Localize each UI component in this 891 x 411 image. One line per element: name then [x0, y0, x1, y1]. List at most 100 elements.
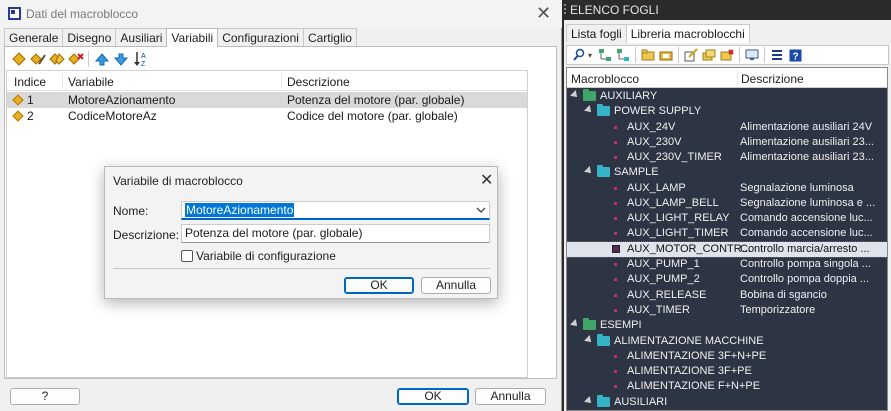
svg-text:?: ?: [792, 51, 798, 62]
delete-variable-icon[interactable]: [66, 50, 85, 68]
tree-folder-esempi[interactable]: ESEMPI: [567, 318, 887, 333]
macro-icon: [614, 217, 617, 220]
edit-icon[interactable]: [682, 47, 700, 64]
tree-item[interactable]: AUX_RELEASE Bobina di sgancio: [567, 288, 887, 303]
tab-cartiglio[interactable]: Cartiglio: [302, 28, 357, 46]
duplicate-variable-icon[interactable]: [47, 50, 66, 68]
expand-arrow-icon[interactable]: [570, 319, 580, 329]
tree-description: Segnalazione luminosa e ...: [740, 197, 876, 209]
tab-disegno[interactable]: Disegno: [62, 28, 117, 46]
description-value: Potenza del motore (par. globale): [185, 226, 363, 240]
macroblock-tree: Macroblocco Descrizione AUXILIARY POWER …: [566, 67, 888, 411]
header-index[interactable]: Indice: [14, 75, 46, 89]
tree-item[interactable]: AUX_LAMP_BELL Segnalazione luminosa e ..…: [567, 196, 887, 211]
tree-expand-icon[interactable]: [596, 47, 614, 64]
tree-description: Alimentazione ausiliari 23...: [740, 136, 874, 148]
chevron-down-icon[interactable]: [476, 207, 486, 214]
tree-label: AUXILIARY: [600, 90, 658, 102]
search-dropdown-icon[interactable]: ▾: [588, 51, 592, 60]
tree-label: AUX_230V: [627, 136, 682, 148]
close-icon[interactable]: ✕: [536, 3, 551, 24]
sort-az-icon[interactable]: AZ: [130, 50, 149, 68]
dialog-title: Dati del macroblocco: [26, 7, 139, 21]
search-icon[interactable]: [570, 47, 588, 64]
name-label: Nome:: [113, 204, 149, 218]
tree-item[interactable]: AUX_24V Alimentazione ausiliari 24V: [567, 120, 887, 135]
tree-item[interactable]: AUX_230V Alimentazione ausiliari 23...: [567, 135, 887, 150]
description-field[interactable]: Potenza del motore (par. globale): [181, 224, 490, 243]
tab-lista-fogli[interactable]: Lista fogli: [566, 24, 627, 42]
header-macroblock[interactable]: Macroblocco: [571, 72, 639, 86]
expand-arrow-icon[interactable]: [584, 335, 594, 345]
tree-item[interactable]: AUX_LIGHT_TIMER Comando accensione luc..…: [567, 226, 887, 241]
tree-label: ALIMENTAZIONE MACCHINE: [614, 335, 764, 347]
tree-folder-power-supply[interactable]: POWER SUPPLY: [567, 104, 887, 119]
header-variable[interactable]: Variabile: [68, 75, 114, 89]
header-description[interactable]: Descrizione: [741, 72, 804, 86]
column-separator: [62, 73, 63, 89]
close-icon[interactable]: ✕: [480, 170, 493, 190]
toolbar-separator: [88, 51, 89, 67]
name-combobox[interactable]: MotoreAzionamento: [181, 201, 490, 220]
help-icon[interactable]: ?: [786, 47, 804, 64]
tree-folder-auxiliary[interactable]: AUXILIARY: [567, 89, 887, 104]
preview-icon[interactable]: [743, 47, 761, 64]
tree-item[interactable]: AUX_TIMER Temporizzatore: [567, 303, 887, 318]
tree-description: Bobina di sgancio: [740, 289, 827, 301]
ok-button[interactable]: OK: [397, 388, 469, 405]
tree-item[interactable]: AUX_PUMP_2 Controllo pompa doppia ...: [567, 272, 887, 287]
tab-ausiliari[interactable]: Ausiliari: [115, 28, 168, 46]
expand-arrow-icon[interactable]: [584, 105, 594, 115]
tree-label: AUX_RELEASE: [627, 289, 707, 301]
tree-item[interactable]: ALIMENTAZIONE 3F+N+PE: [567, 349, 887, 364]
edit-variable-icon[interactable]: [28, 50, 47, 68]
macro-icon: [614, 187, 617, 190]
tree-add-icon[interactable]: [614, 47, 632, 64]
new-folder-icon[interactable]: [639, 47, 657, 64]
tree-item[interactable]: AUX_230V_TIMER Alimentazione ausiliari 2…: [567, 150, 887, 165]
row-index: 1: [27, 93, 34, 107]
move-down-icon[interactable]: [111, 50, 130, 68]
tree-item-selected[interactable]: AUX_MOTOR_CONTR... Controllo marcia/arre…: [567, 241, 887, 258]
tree-label: ALIMENTAZIONE 3F+PE: [627, 365, 752, 377]
tab-libreria-macroblocchi[interactable]: Libreria macroblocchi: [625, 24, 750, 43]
tree-item[interactable]: AUX_LIGHT_RELAY Comando accensione luc..…: [567, 211, 887, 226]
macro-icon: [612, 245, 620, 253]
header-description[interactable]: Descrizione: [287, 75, 350, 89]
tab-variabili[interactable]: Variabili: [166, 28, 219, 47]
list-view-icon[interactable]: [768, 47, 786, 64]
tree-folder-sample[interactable]: SAMPLE: [567, 165, 887, 180]
tree-item[interactable]: AUX_PUMP_1 Controllo pompa singola ...: [567, 257, 887, 272]
move-up-icon[interactable]: [92, 50, 111, 68]
expand-arrow-icon[interactable]: [570, 90, 580, 100]
tree-folder-ausiliari[interactable]: AUSILIARI: [567, 395, 887, 410]
modal-ok-button[interactable]: OK: [344, 277, 414, 294]
expand-arrow-icon[interactable]: [584, 396, 594, 406]
add-variable-icon[interactable]: [9, 50, 28, 68]
copy-folder-icon[interactable]: [700, 47, 718, 64]
tree-folder-alimentazione-macchine[interactable]: ALIMENTAZIONE MACCHINE: [567, 334, 887, 349]
delete-folder-icon[interactable]: [718, 47, 736, 64]
modal-cancel-button[interactable]: Annulla: [421, 277, 491, 294]
tree-description: Comando accensione luc...: [740, 227, 873, 239]
drag-grip-icon[interactable]: [564, 4, 568, 14]
folder-icon: [583, 318, 596, 330]
tab-generale[interactable]: Generale: [4, 28, 64, 46]
tree-item[interactable]: ALIMENTAZIONE F+N+PE: [567, 379, 887, 394]
table-row[interactable]: 2 CodiceMotoreAz Codice del motore (par.…: [7, 108, 527, 124]
folder-properties-icon[interactable]: [657, 47, 675, 64]
tree-item[interactable]: ALIMENTAZIONE 3F+PE: [567, 364, 887, 379]
expand-arrow-icon[interactable]: [584, 166, 594, 176]
row-variable: MotoreAzionamento: [68, 93, 176, 107]
configuration-checkbox[interactable]: [181, 250, 193, 262]
toolbar-separator: [739, 47, 741, 63]
help-button[interactable]: ?: [10, 388, 80, 405]
variable-icon: [12, 110, 24, 122]
macro-icon: [614, 141, 617, 144]
tab-configurazioni[interactable]: Configurazioni: [217, 28, 304, 46]
tree-item[interactable]: AUX_LAMP Segnalazione luminosa: [567, 181, 887, 196]
table-row[interactable]: 1 MotoreAzionamento Potenza del motore (…: [7, 92, 527, 108]
dialog-titlebar: Dati del macroblocco ✕: [0, 0, 562, 28]
cancel-button[interactable]: Annulla: [475, 388, 546, 405]
tree-label: POWER SUPPLY: [614, 105, 702, 117]
